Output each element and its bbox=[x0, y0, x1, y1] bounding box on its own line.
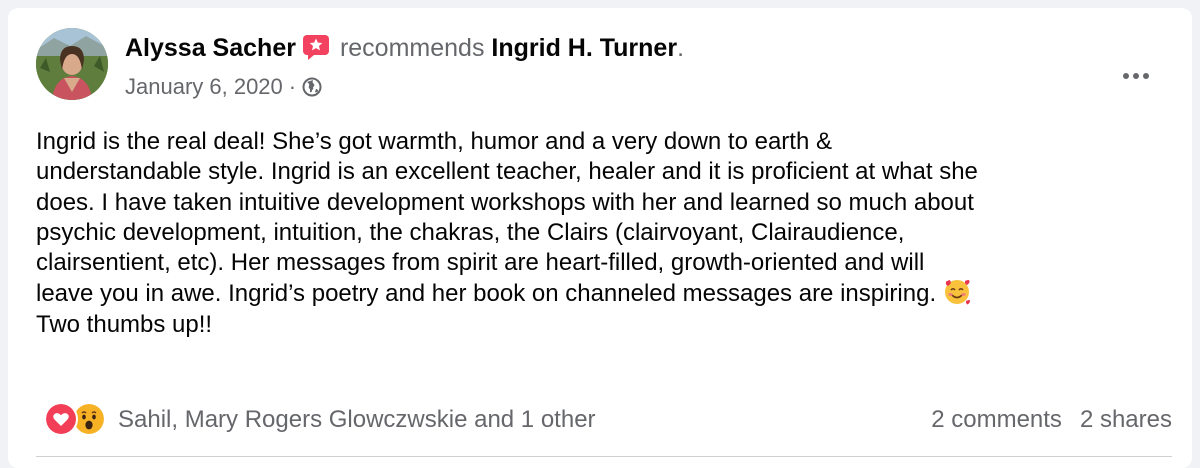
more-options-button[interactable] bbox=[1116, 64, 1156, 88]
post-body: Ingrid is the real deal! She’s got warmt… bbox=[36, 127, 1166, 340]
title-period: . bbox=[677, 34, 685, 62]
post-body-text-end: Two thumbs up!! bbox=[36, 310, 213, 338]
author-name[interactable]: Alyssa Sacher bbox=[125, 34, 296, 62]
post-body-text: Ingrid is the real deal! She’s got warmt… bbox=[36, 128, 978, 308]
post-date[interactable]: January 6, 2020 bbox=[125, 74, 283, 99]
post-footer: Sahil, Mary Rogers Glowczwskie and 1 oth… bbox=[36, 396, 1172, 436]
globe-icon[interactable] bbox=[302, 76, 322, 97]
reacted-by-names[interactable]: Sahil, Mary Rogers Glowczwskie and 1 oth… bbox=[118, 405, 596, 435]
post-card: Alyssa Sacher recommends Ingrid H. Turner… bbox=[8, 8, 1192, 468]
post-header: Alyssa Sacher recommends Ingrid H. Turner… bbox=[36, 28, 1172, 108]
dot-icon bbox=[1123, 73, 1129, 79]
dot-icon bbox=[1133, 73, 1139, 79]
love-reaction-icon bbox=[44, 402, 78, 436]
avatar[interactable] bbox=[36, 28, 108, 100]
footer-divider bbox=[36, 456, 1172, 457]
dot-icon bbox=[1143, 73, 1149, 79]
meta-separator: · bbox=[288, 74, 297, 99]
post-title-line: Alyssa Sacher recommends Ingrid H. Turner… bbox=[125, 32, 684, 64]
shares-count-link[interactable]: 2 shares bbox=[1080, 406, 1172, 433]
post-meta: January 6, 2020 · bbox=[125, 73, 322, 101]
recommends-label: recommends bbox=[339, 34, 485, 62]
comments-count-link[interactable]: 2 comments bbox=[931, 406, 1062, 433]
recommendation-badge-icon bbox=[302, 34, 330, 60]
engagement-counts: 2 comments 2 shares bbox=[931, 405, 1172, 435]
smiling-face-with-hearts-icon bbox=[943, 278, 971, 306]
recommended-page-name[interactable]: Ingrid H. Turner bbox=[491, 34, 677, 62]
